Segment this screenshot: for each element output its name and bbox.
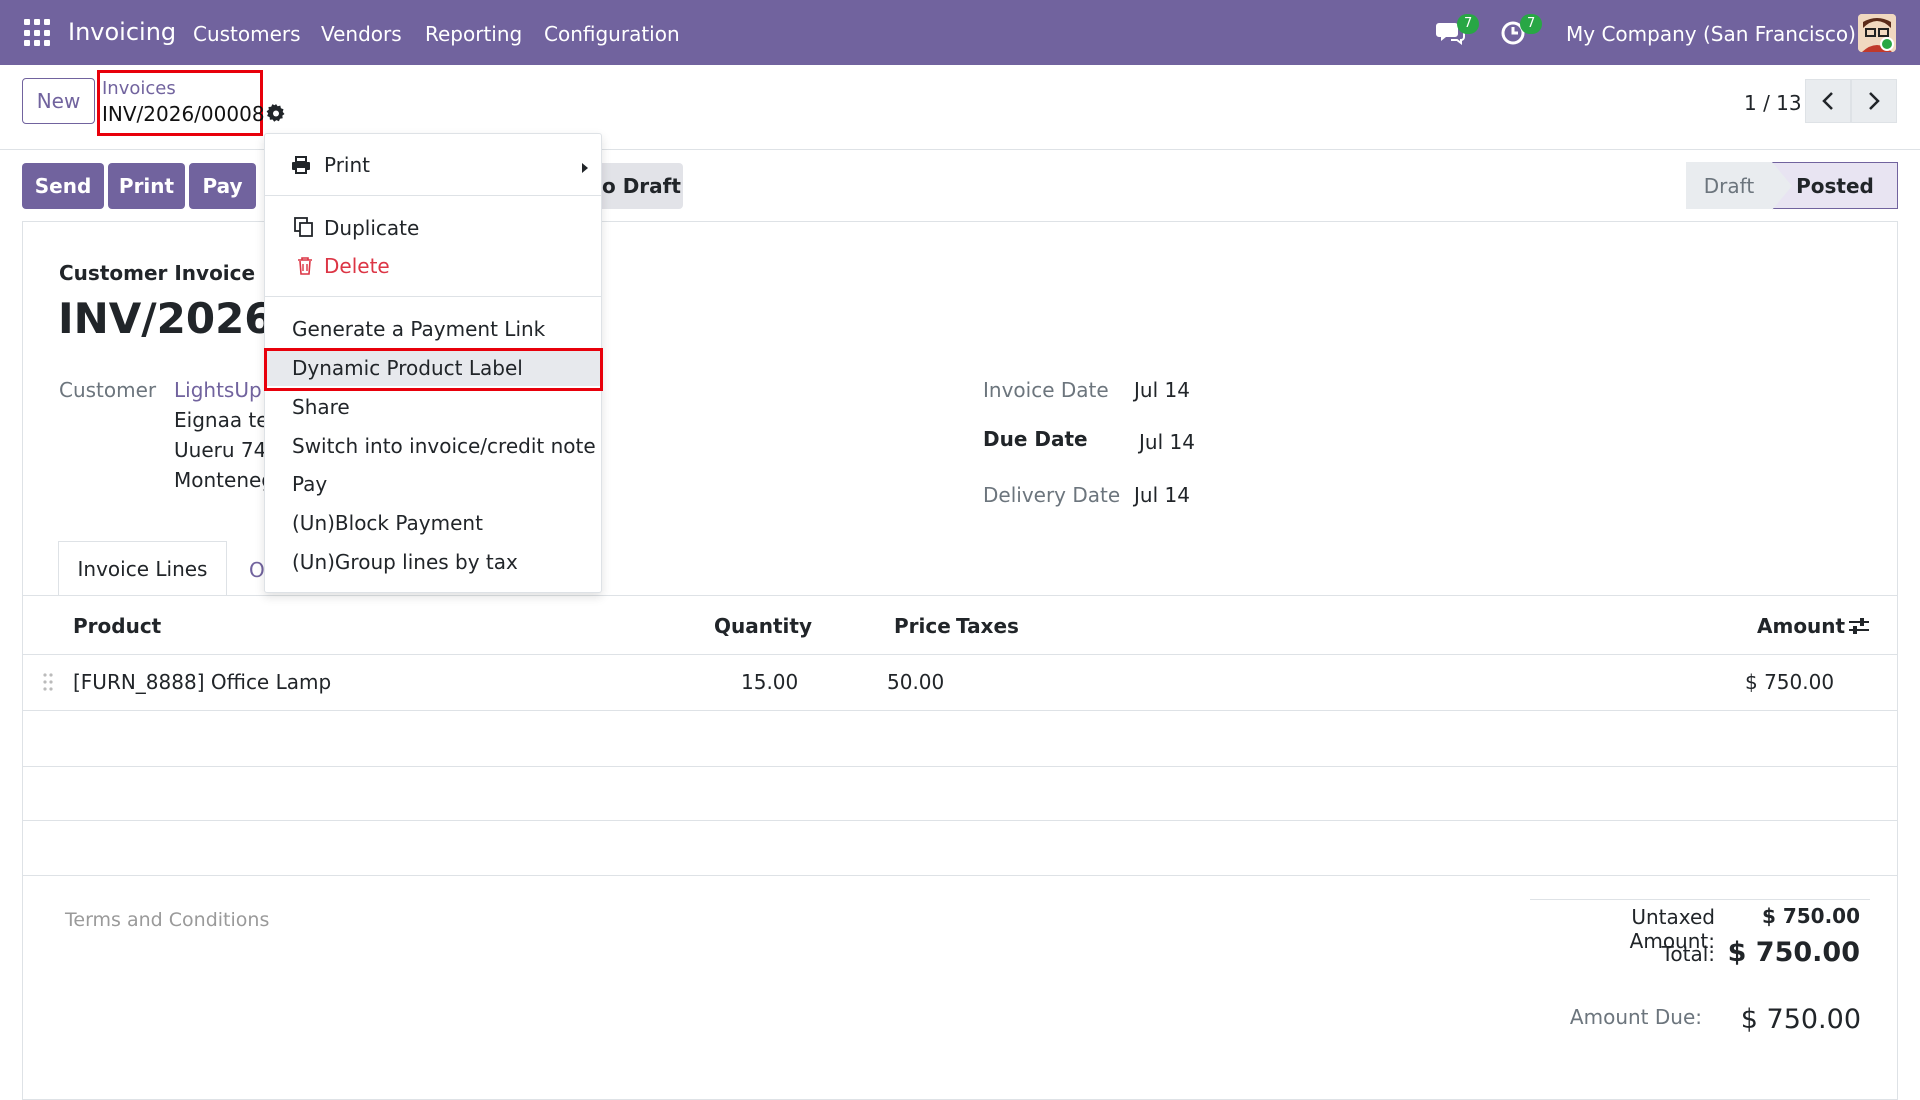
menu-switch-invoice-credit-note[interactable]: Switch into invoice/credit note [292,434,596,458]
breadcrumb-current-record: INV/2026/00008 [102,102,265,126]
tab-invoice-lines[interactable]: Invoice Lines [58,541,227,596]
customer-link[interactable]: LightsUp [174,378,264,402]
menu-reporting[interactable]: Reporting [425,22,522,46]
menu-separator [265,195,601,196]
menu-pay[interactable]: Pay [292,472,327,496]
menu-print[interactable]: Print [324,153,370,177]
line-product[interactable]: [FURN_8888] Office Lamp [73,670,331,694]
line-quantity[interactable]: 15.00 [741,670,798,694]
activities-badge: 7 [1520,14,1543,34]
menu-group-lines-by-tax[interactable]: (Un)Group lines by tax [292,550,518,574]
trash-icon [297,256,313,275]
menu-configuration[interactable]: Configuration [544,22,680,46]
menu-customers[interactable]: Customers [193,22,301,46]
pager-value[interactable]: 1 / 13 [1744,91,1802,115]
pay-button[interactable]: Pay [189,163,256,209]
row-divider [22,820,1898,821]
totals-divider [1530,899,1870,900]
print-button[interactable]: Print [108,163,185,209]
status-draft[interactable]: Draft [1686,162,1772,209]
delivery-date-field[interactable]: Jul 14 [1134,483,1190,507]
chevron-right-icon [1869,92,1880,110]
due-date-label: Due Date [983,427,1088,451]
column-quantity[interactable]: Quantity [714,614,812,638]
table-top-border [22,595,1898,596]
menu-item-highlight-box [264,348,603,391]
amount-due-value: $ 750.00 [1740,1004,1861,1035]
pager-next-button[interactable] [1851,79,1897,123]
row-divider [22,710,1898,711]
invoice-date-label: Invoice Date [983,378,1109,402]
drag-handle-icon[interactable] [42,672,54,692]
chevron-left-icon [1822,92,1833,110]
customer-address-line-2: Uueru 74 [174,438,264,462]
line-amount: $ 750.00 [1745,670,1835,694]
amount-due-label: Amount Due: [1569,1005,1702,1029]
column-amount[interactable]: Amount [1757,614,1845,638]
terms-and-conditions-field[interactable]: Terms and Conditions [65,909,269,931]
caret-right-icon [580,156,590,173]
row-divider [22,875,1898,876]
status-bar: Draft Posted [1686,162,1898,210]
column-taxes[interactable]: Taxes [956,614,1019,638]
top-navbar: Invoicing Customers Vendors Reporting Co… [0,0,1920,65]
customer-label: Customer [59,378,157,402]
menu-share[interactable]: Share [292,395,350,419]
column-product[interactable]: Product [73,614,161,638]
menu-generate-payment-link[interactable]: Generate a Payment Link [292,317,545,341]
status-posted-label: Posted [1796,173,1874,198]
menu-vendors[interactable]: Vendors [321,22,402,46]
untaxed-amount-value: $ 750.00 [1761,904,1860,928]
messages-badge: 7 [1457,14,1480,34]
due-date-field[interactable]: Jul 14 [1139,430,1195,454]
menu-duplicate[interactable]: Duplicate [324,216,419,240]
menu-delete[interactable]: Delete [324,254,390,278]
company-switcher[interactable]: My Company (San Francisco) [1566,22,1856,46]
apps-menu-icon[interactable] [24,19,52,47]
total-value: $ 750.00 [1727,937,1860,968]
customer-address-line-1: Eignaa te [174,408,264,432]
line-price[interactable]: 50.00 [887,670,944,694]
app-name[interactable]: Invoicing [68,18,176,46]
delivery-date-label: Delivery Date [983,483,1121,507]
send-button[interactable]: Send [22,163,104,209]
menu-separator [265,296,601,297]
status-posted: Posted [1772,162,1898,210]
column-price[interactable]: Price [894,614,951,638]
menu-block-payment[interactable]: (Un)Block Payment [292,511,483,535]
customer-address-line-3: Monteneg [174,468,264,492]
row-divider [22,766,1898,767]
new-button[interactable]: New [22,78,95,124]
column-settings-icon[interactable] [1848,616,1870,636]
breadcrumb-invoices-link[interactable]: Invoices [102,78,176,99]
printer-icon [291,155,311,174]
invoice-date-field[interactable]: Jul 14 [1134,378,1190,402]
online-status-dot [1880,37,1894,51]
gear-icon[interactable] [266,103,286,123]
invoice-number: INV/2026/0 [58,294,268,343]
copy-icon [294,217,314,237]
total-label: Total: [1661,942,1715,966]
document-type: Customer Invoice [59,261,256,285]
tab-other-info[interactable]: O [249,558,265,582]
row-divider [22,654,1898,655]
pager-previous-button[interactable] [1805,79,1851,123]
